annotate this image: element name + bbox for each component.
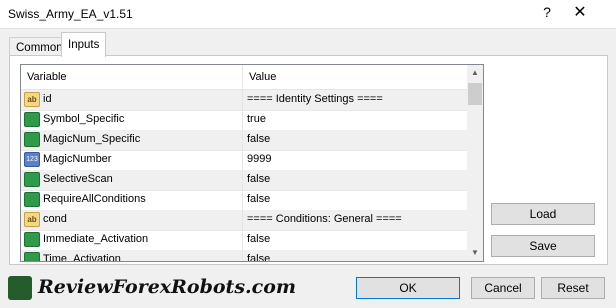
table-row[interactable]: Time_Activation false: [21, 250, 467, 262]
variable-value[interactable]: false: [247, 193, 270, 205]
boolean-type-icon: [24, 112, 40, 127]
cell-divider: [242, 170, 243, 190]
help-button[interactable]: ?: [540, 4, 554, 20]
cell-divider: [242, 110, 243, 130]
cell-divider: [242, 130, 243, 150]
table-row[interactable]: Symbol_Specific true: [21, 110, 467, 131]
vertical-scrollbar[interactable]: ▲ ▼: [467, 65, 483, 261]
table-row[interactable]: RequireAllConditions false: [21, 190, 467, 211]
table-row[interactable]: ab cond ==== Conditions: General ====: [21, 210, 467, 231]
cell-divider: [242, 230, 243, 250]
boolean-type-icon: [24, 172, 40, 187]
boolean-type-icon: [24, 252, 40, 261]
variable-value[interactable]: ==== Conditions: General ====: [247, 213, 402, 225]
variable-value[interactable]: 9999: [247, 153, 271, 165]
boolean-type-icon: [24, 232, 40, 247]
boolean-type-icon: [24, 132, 40, 147]
table-row[interactable]: Immediate_Activation false: [21, 230, 467, 251]
variable-value[interactable]: false: [247, 233, 270, 245]
boolean-type-icon: [24, 192, 40, 207]
variable-name: cond: [43, 213, 67, 225]
cell-divider: [242, 250, 243, 261]
cell-divider: [242, 90, 243, 110]
variable-value[interactable]: true: [247, 113, 266, 125]
close-button[interactable]: ✕: [566, 2, 594, 24]
variable-name: SelectiveScan: [43, 173, 113, 185]
variable-value[interactable]: false: [247, 133, 270, 145]
window-title: Swiss_Army_EA_v1.51: [8, 7, 133, 21]
reset-button[interactable]: Reset: [541, 277, 605, 299]
tab-inputs[interactable]: Inputs: [61, 32, 107, 57]
variable-name: Time_Activation: [43, 253, 121, 262]
table-row[interactable]: SelectiveScan false: [21, 170, 467, 191]
table-row[interactable]: MagicNum_Specific false: [21, 130, 467, 151]
logo-text: ReviewForexRobots.com: [38, 276, 296, 298]
table-row[interactable]: 123 MagicNumber 9999: [21, 150, 467, 171]
title-bar: Swiss_Army_EA_v1.51 ? ✕: [0, 0, 616, 29]
ok-button[interactable]: OK: [356, 277, 460, 299]
column-header-value[interactable]: Value: [249, 71, 276, 83]
cell-divider: [242, 210, 243, 230]
string-type-icon: ab: [24, 212, 40, 227]
variable-name: Symbol_Specific: [43, 113, 125, 125]
column-header-variable[interactable]: Variable: [27, 71, 67, 83]
variable-name: RequireAllConditions: [43, 193, 146, 205]
string-type-icon: ab: [24, 92, 40, 107]
integer-type-icon: 123: [24, 152, 40, 167]
cell-divider: [242, 190, 243, 210]
variable-value[interactable]: false: [247, 173, 270, 185]
inputs-table[interactable]: Variable Value ab id ==== Identity Setting…: [20, 64, 484, 262]
variable-name: MagicNum_Specific: [43, 133, 141, 145]
load-button[interactable]: Load: [491, 203, 595, 225]
table-row[interactable]: ab id ==== Identity Settings ====: [21, 90, 467, 111]
cancel-button[interactable]: Cancel: [471, 277, 535, 299]
scroll-thumb[interactable]: [468, 83, 482, 105]
logo-badge-icon: [8, 276, 32, 300]
variable-name: MagicNumber: [43, 153, 112, 165]
variable-name: Immediate_Activation: [43, 233, 149, 245]
variable-value[interactable]: false: [247, 253, 270, 261]
variable-name: id: [43, 93, 52, 105]
save-button[interactable]: Save: [491, 235, 595, 257]
cell-divider: [242, 150, 243, 170]
scroll-down-icon[interactable]: ▼: [467, 245, 483, 261]
variable-value[interactable]: ==== Identity Settings ====: [247, 93, 383, 105]
scroll-up-icon[interactable]: ▲: [467, 65, 483, 81]
table-header: Variable Value: [21, 65, 467, 90]
